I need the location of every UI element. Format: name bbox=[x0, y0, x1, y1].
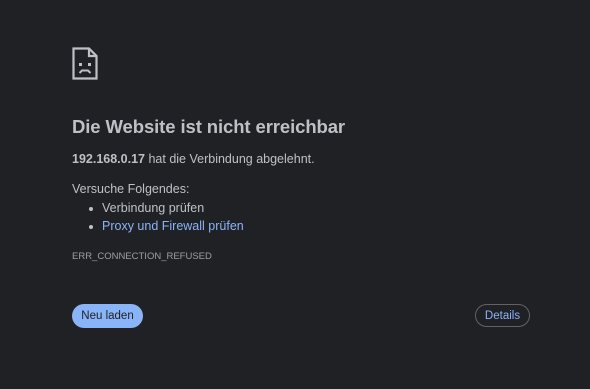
error-description: 192.168.0.17 hat die Verbindung abgelehn… bbox=[72, 152, 315, 166]
suggestion-check-connection: Verbindung prüfen bbox=[102, 201, 205, 215]
reload-button[interactable]: Neu laden bbox=[72, 304, 143, 328]
error-code: ERR_CONNECTION_REFUSED bbox=[72, 251, 212, 262]
host-address: 192.168.0.17 bbox=[72, 152, 145, 166]
sad-page-icon bbox=[72, 47, 98, 80]
bullet bbox=[89, 207, 93, 211]
try-label: Versuche Folgendes: bbox=[72, 182, 190, 196]
suggestion-check-proxy-firewall-link[interactable]: Proxy und Firewall prüfen bbox=[102, 219, 244, 233]
bullet bbox=[89, 225, 93, 229]
details-button[interactable]: Details bbox=[475, 304, 530, 327]
error-description-text: hat die Verbindung abgelehnt. bbox=[145, 152, 315, 166]
page-title: Die Website ist nicht erreichbar bbox=[72, 116, 346, 137]
